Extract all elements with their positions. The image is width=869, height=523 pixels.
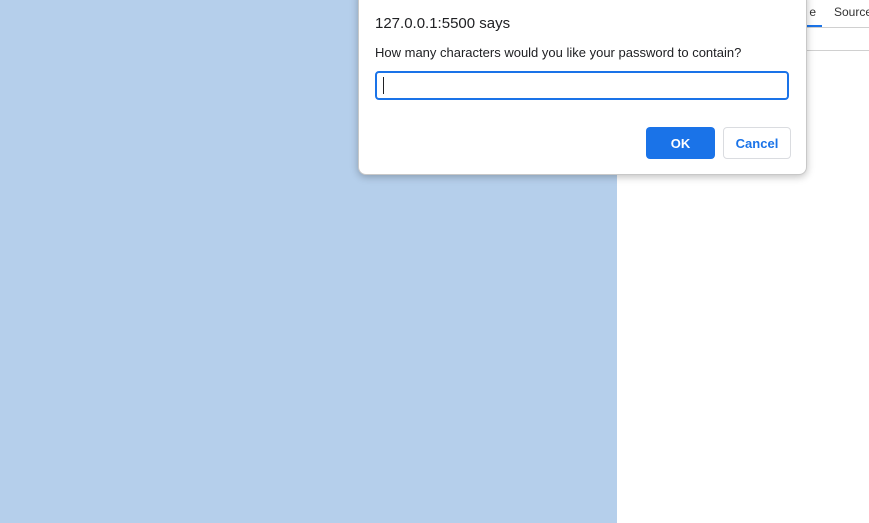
devtools-toolbar: r — [802, 28, 869, 51]
dialog-message: How many characters would you like your … — [375, 45, 742, 60]
text-caret — [383, 77, 384, 94]
dialog-title: 127.0.0.1:5500 says — [375, 15, 511, 32]
cancel-button[interactable]: Cancel — [723, 127, 791, 159]
ok-button[interactable]: OK — [646, 127, 715, 159]
prompt-input[interactable] — [375, 71, 789, 100]
prompt-dialog: 127.0.0.1:5500 says How many characters … — [358, 0, 807, 175]
devtools-tab-sources[interactable]: Source — [834, 0, 869, 25]
